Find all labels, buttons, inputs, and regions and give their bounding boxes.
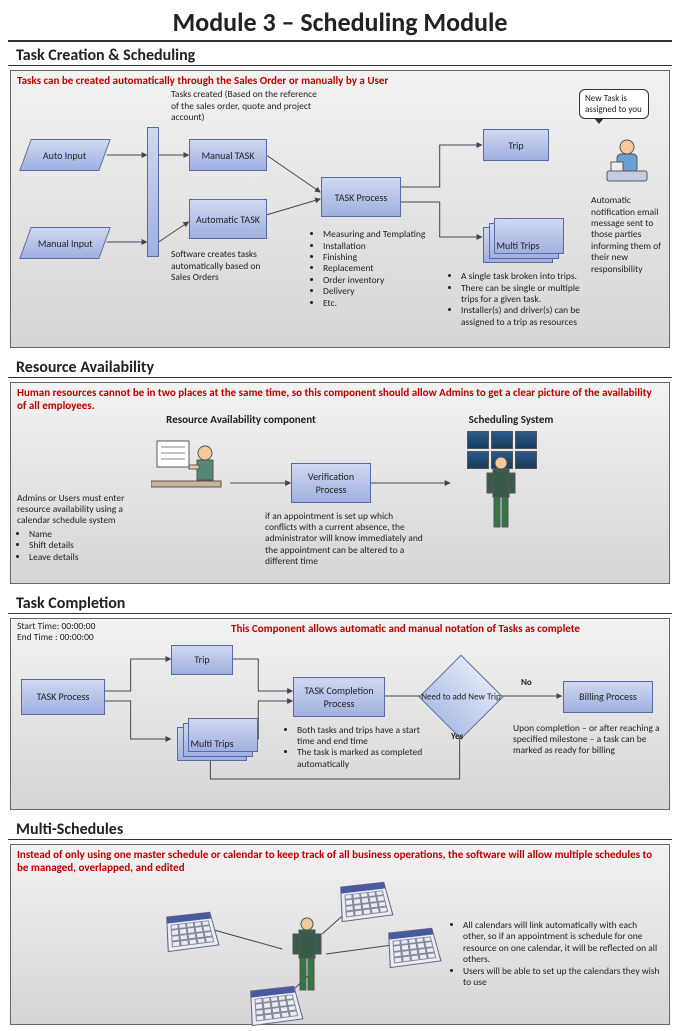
section1-title: Task Creation & Scheduling <box>8 42 672 66</box>
tc-multi-trips: Multi Trips <box>177 727 247 761</box>
multi-trips-box: Multi Trips <box>483 227 553 263</box>
ra-left-note-intro: Admins or Users must enter resource avai… <box>17 492 124 527</box>
trip-bullets: A single task broken into trips.There ca… <box>449 269 597 330</box>
billing-note: Upon completion – or after reaching a sp… <box>513 723 663 757</box>
billing-box: Billing Process <box>563 681 653 713</box>
verify-note: if an appointment is set up which confli… <box>265 511 425 568</box>
bullet: A single task broken into trips. <box>461 271 597 282</box>
trip-box: Trip <box>483 129 549 161</box>
bullet: Users will be able to set up the calenda… <box>463 966 661 989</box>
auto-input-label: Auto Input <box>43 149 86 162</box>
section1-intro: Tasks can be created automatically throu… <box>11 71 669 87</box>
bullet: The task is marked as completed automati… <box>297 747 425 770</box>
time-note: Start Time: 00:00:00 End Time : 00:00:00 <box>17 621 147 644</box>
manual-input-shape: Manual Input <box>19 227 111 259</box>
tc-task-process: TASK Process <box>21 679 105 715</box>
tc-trip: Trip <box>171 645 233 675</box>
section4-intro: Instead of only using one master schedul… <box>11 845 669 874</box>
ms-note: All calendars will link automatically wi… <box>451 918 661 990</box>
manager-icon <box>287 916 327 999</box>
notify-note: Automatic notification email message sen… <box>591 195 667 275</box>
section2-intro: Human resources cannot be in two places … <box>11 383 669 412</box>
calendar-icon <box>166 912 219 952</box>
page-title: Module 3 – Scheduling Module <box>8 0 672 42</box>
software-note: Software creates tasks automatically bas… <box>171 249 281 283</box>
manual-input-label: Manual Input <box>38 237 93 250</box>
yes-label: Yes <box>451 731 463 742</box>
section4-panel: Instead of only using one master schedul… <box>10 844 670 1025</box>
process-bullets: Measuring and TemplatingInstallationFini… <box>311 227 441 311</box>
auto-input-shape: Auto Input <box>19 139 111 171</box>
user-icon <box>605 137 649 190</box>
section2-panel: Human resources cannot be in two places … <box>10 382 670 583</box>
speech-bubble: New Task is assigned to you <box>579 89 649 119</box>
sched-heading: Scheduling System <box>431 413 591 426</box>
no-label: No <box>521 677 532 688</box>
bullet: Etc. <box>323 298 441 309</box>
manual-task-box: Manual TASK <box>189 139 267 171</box>
calendar-icon <box>340 882 393 922</box>
join-bar <box>147 127 159 257</box>
ra-left-note: Admins or Users must enter resource avai… <box>17 493 147 565</box>
bullet: All calendars will link automatically wi… <box>463 920 661 966</box>
tc-completion-note: Both tasks and trips have a start time a… <box>285 723 425 773</box>
section3-title: Task Completion <box>8 590 672 614</box>
section3-panel: Start Time: 00:00:00 End Time : 00:00:00… <box>10 618 670 810</box>
tc-completion: TASK Completion Process <box>293 677 385 717</box>
bullet: Installer(s) and driver(s) can be assign… <box>461 305 597 328</box>
admin-icon <box>481 455 521 536</box>
tc-decision: Need to add New Trip <box>419 654 504 739</box>
desk-person-icon <box>151 435 231 508</box>
section3-intro: This Component allows automatic and manu… <box>231 619 663 635</box>
bullet: There can be single or multiple trips fo… <box>461 283 597 306</box>
verify-box: Verification Process <box>291 463 371 503</box>
bullet: Delivery <box>323 286 441 297</box>
bullet: Both tasks and trips have a start time a… <box>297 725 425 748</box>
bullet: Shift details <box>29 540 147 551</box>
calendar-icon <box>388 928 441 968</box>
tasks-created-note: Tasks created (Based on the reference of… <box>171 89 321 123</box>
ra-heading: Resource Availability component <box>141 413 341 426</box>
section4-title: Multi-Schedules <box>8 816 672 840</box>
automatic-task-box: Automatic TASK <box>189 199 267 239</box>
bullet: Leave details <box>29 552 147 563</box>
section1-panel: Tasks can be created automatically throu… <box>10 70 670 348</box>
section2-title: Resource Availability <box>8 354 672 378</box>
task-process-box: TASK Process <box>321 177 401 217</box>
tc-decision-label: Need to add New Trip <box>419 691 503 702</box>
bullet: Measuring and Templating <box>323 229 441 240</box>
